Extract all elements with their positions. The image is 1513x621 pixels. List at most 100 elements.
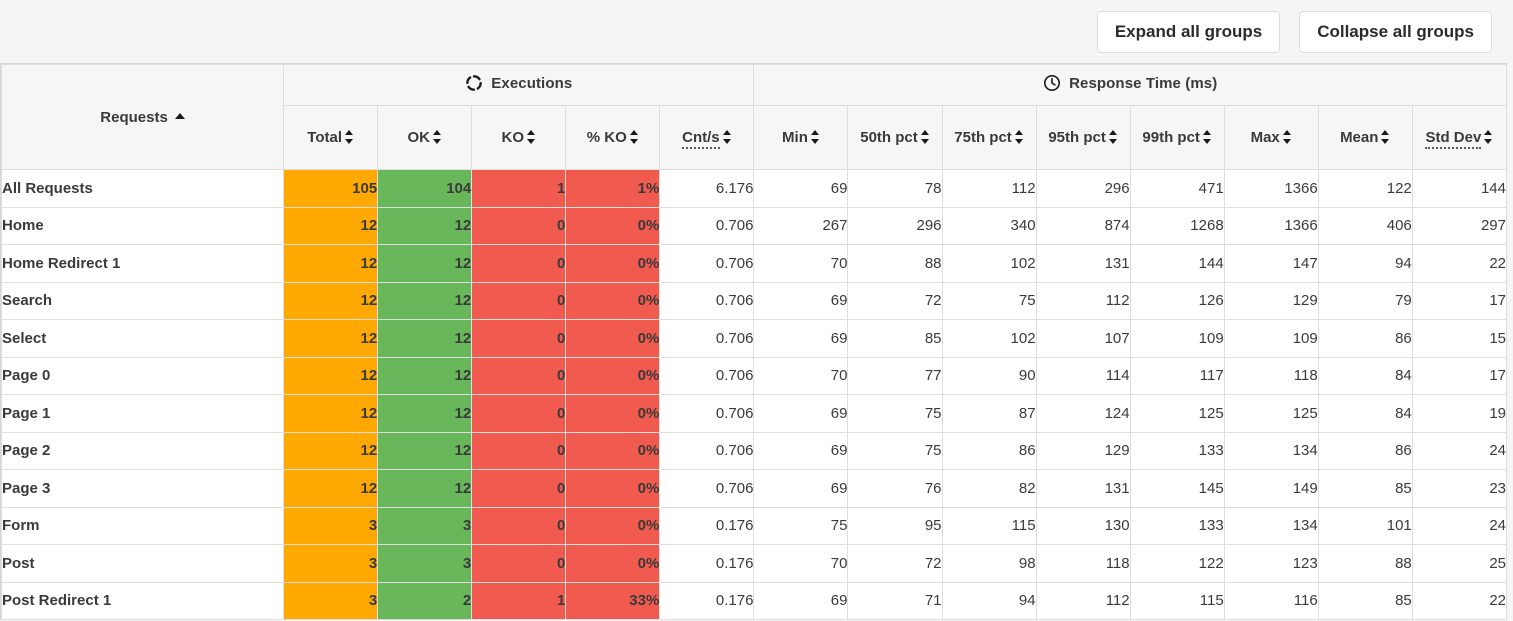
sort-toggle-icon[interactable] [1282, 130, 1292, 144]
table-row[interactable]: Post Redirect 1 3 2 1 33% 0.176 69 71 94 112 115 11… [0, 581, 1508, 620]
executions-pct-ko-cell: 33% [565, 581, 661, 620]
table-row[interactable]: Home Redirect 1 12 12 0 0% 0.706 70 88 102 131 144… [0, 244, 1508, 283]
request-name-cell[interactable]: Home [0, 206, 285, 245]
executions-pct-ko-cell: 0% [565, 544, 661, 583]
column-header-stddev[interactable]: Std Dev [1411, 105, 1508, 170]
request-name-cell[interactable]: Form [0, 506, 285, 545]
column-label-max: Max [1250, 129, 1280, 146]
column-header-cnt-s[interactable]: Cnt/s [659, 105, 755, 170]
response-time-min-cell: 69 [753, 394, 849, 433]
column-header-p99[interactable]: 99th pct [1129, 105, 1225, 170]
executions-ok-cell: 12 [377, 394, 473, 433]
response-time-p95-cell: 874 [1035, 206, 1131, 245]
response-time-mean-cell: 84 [1317, 356, 1413, 395]
response-time-p50-cell: 95 [847, 506, 943, 545]
executions-total-cell: 12 [283, 469, 379, 508]
sort-toggle-icon[interactable] [1014, 130, 1024, 144]
response-time-min-cell: 69 [753, 581, 849, 620]
executions-ok-cell: 12 [377, 281, 473, 320]
response-time-max-cell: 125 [1223, 394, 1319, 433]
sort-toggle-icon[interactable] [920, 130, 930, 144]
expand-all-groups-button[interactable]: Expand all groups [1096, 10, 1281, 53]
response-time-p75-cell: 115 [941, 506, 1037, 545]
request-name-cell[interactable]: Post Redirect 1 [0, 581, 285, 620]
response-time-p50-cell: 75 [847, 431, 943, 470]
table-row[interactable]: Page 2 12 12 0 0% 0.706 69 75 86 129 133 134 86 24 [0, 431, 1508, 470]
column-header-min[interactable]: Min [753, 105, 849, 170]
response-time-mean-cell: 85 [1317, 581, 1413, 620]
response-time-p50-cell: 78 [847, 169, 943, 208]
response-time-p99-cell: 126 [1129, 281, 1225, 320]
response-time-stddev-cell: 17 [1411, 281, 1508, 320]
response-time-min-cell: 69 [753, 431, 849, 470]
executions-pct-ko-cell: 0% [565, 356, 661, 395]
column-label-min: Min [782, 129, 808, 146]
sort-toggle-icon[interactable] [345, 130, 354, 144]
column-header-total[interactable]: Total [283, 105, 379, 170]
sort-toggle-icon[interactable] [810, 130, 820, 144]
sort-toggle-icon[interactable] [1484, 130, 1493, 144]
sort-toggle-icon[interactable] [432, 130, 442, 144]
response-time-stddev-cell: 25 [1411, 544, 1508, 583]
table-row[interactable]: Home 12 12 0 0% 0.706 267 296 340 874 1268 1366 406 2… [0, 206, 1508, 245]
table-row[interactable]: All Requests 105 104 1 1% 6.176 69 78 112 296 471 1… [0, 169, 1508, 208]
sort-toggle-icon[interactable] [722, 130, 732, 144]
executions-ko-cell: 0 [471, 431, 567, 470]
table-row[interactable]: Post 3 3 0 0% 0.176 70 72 98 118 122 123 88 25 [0, 544, 1508, 583]
response-time-p95-cell: 124 [1035, 394, 1131, 433]
response-time-min-cell: 69 [753, 169, 849, 208]
column-header-p95[interactable]: 95th pct [1035, 105, 1131, 170]
request-name-cell[interactable]: Search [0, 281, 285, 320]
request-name-cell[interactable]: Page 1 [0, 394, 285, 433]
response-time-p75-cell: 102 [941, 244, 1037, 283]
column-header-mean[interactable]: Mean [1317, 105, 1413, 170]
sort-toggle-icon[interactable] [1381, 130, 1390, 144]
response-time-group-label: Response Time (ms) [1069, 74, 1218, 92]
response-time-p95-cell: 131 [1035, 469, 1131, 508]
sort-toggle-icon[interactable] [1202, 130, 1212, 144]
response-time-p95-cell: 296 [1035, 169, 1131, 208]
request-name-cell[interactable]: Page 2 [0, 431, 285, 470]
response-time-p95-cell: 118 [1035, 544, 1131, 583]
table-row[interactable]: Select 12 12 0 0% 0.706 69 85 102 107 109 109 86 15 [0, 319, 1508, 358]
request-name-cell[interactable]: Page 0 [0, 356, 285, 395]
executions-total-cell: 12 [283, 356, 379, 395]
request-name-cell[interactable]: Page 3 [0, 469, 285, 508]
table-row[interactable]: Page 1 12 12 0 0% 0.706 69 75 87 124 125 125 84 19 [0, 394, 1508, 433]
column-label-pct-ko: % KO [586, 129, 627, 146]
collapse-all-groups-button[interactable]: Collapse all groups [1299, 10, 1492, 53]
response-time-p50-cell: 76 [847, 469, 943, 508]
table-row[interactable]: Page 0 12 12 0 0% 0.706 70 77 90 114 117 118 84 17 [0, 356, 1508, 395]
request-name-cell[interactable]: Post [0, 544, 285, 583]
sort-toggle-icon[interactable] [1108, 130, 1118, 144]
response-time-max-cell: 149 [1223, 469, 1319, 508]
response-time-mean-cell: 101 [1317, 506, 1413, 545]
executions-pct-ko-cell: 0% [565, 244, 661, 283]
column-header-max[interactable]: Max [1223, 105, 1319, 170]
sync-icon [465, 74, 483, 92]
response-time-min-cell: 75 [753, 506, 849, 545]
executions-total-cell: 3 [283, 544, 379, 583]
table-row[interactable]: Page 3 12 12 0 0% 0.706 69 76 82 131 145 149 85 23 [0, 469, 1508, 508]
column-header-ko[interactable]: KO [471, 105, 567, 170]
sort-toggle-icon[interactable] [629, 130, 639, 144]
response-time-max-cell: 118 [1223, 356, 1319, 395]
column-header-requests[interactable]: Requests [0, 64, 285, 170]
response-time-p75-cell: 82 [941, 469, 1037, 508]
sort-ascending-icon[interactable] [174, 112, 185, 119]
executions-ok-cell: 12 [377, 431, 473, 470]
response-time-stddev-cell: 23 [1411, 469, 1508, 508]
table-row[interactable]: Form 3 3 0 0% 0.176 75 95 115 130 133 134 101 24 [0, 506, 1508, 545]
table-row[interactable]: Search 12 12 0 0% 0.706 69 72 75 112 126 129 79 17 [0, 281, 1508, 320]
executions-cnt-s-cell: 0.176 [659, 544, 755, 583]
request-name-cell[interactable]: Home Redirect 1 [0, 244, 285, 283]
response-time-max-cell: 1366 [1223, 169, 1319, 208]
column-header-ok[interactable]: OK [377, 105, 473, 170]
sort-toggle-icon[interactable] [527, 130, 536, 144]
column-header-p75[interactable]: 75th pct [941, 105, 1037, 170]
request-name-cell[interactable]: Select [0, 319, 285, 358]
column-header-pct-ko[interactable]: % KO [565, 105, 661, 170]
request-name-cell[interactable]: All Requests [0, 169, 285, 208]
executions-cnt-s-cell: 0.706 [659, 356, 755, 395]
column-header-p50[interactable]: 50th pct [847, 105, 943, 170]
